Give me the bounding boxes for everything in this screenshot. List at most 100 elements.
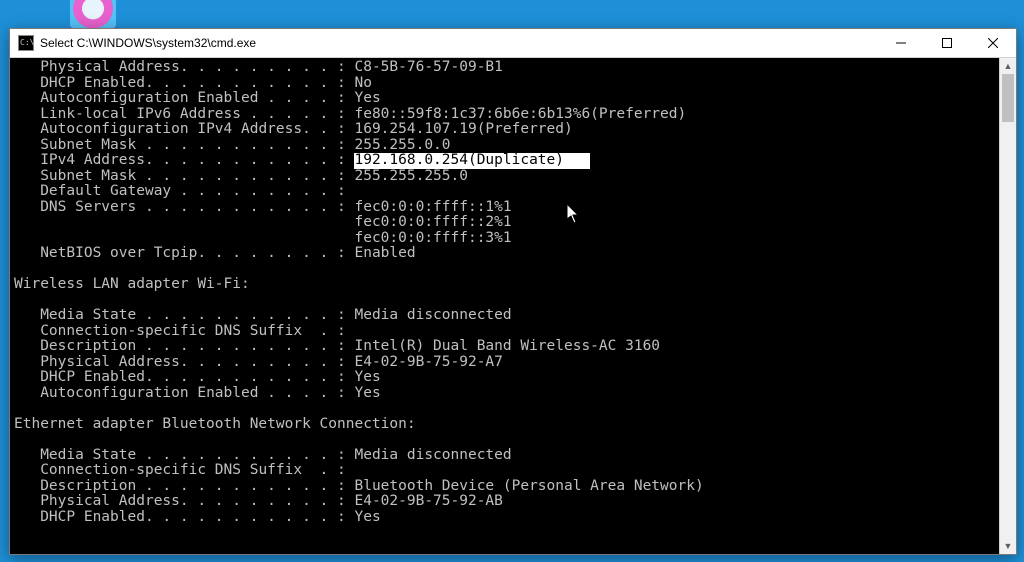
- line-value: Yes: [354, 91, 380, 107]
- line-value: Enabled: [354, 246, 415, 262]
- line-value: 255.255.255.0: [354, 169, 468, 185]
- terminal-line: Media State . . . . . . . . . . . : Medi…: [14, 308, 1000, 324]
- line-indent: [14, 479, 40, 495]
- scroll-up-button[interactable]: ▲: [1000, 58, 1016, 74]
- terminal-line: fec0:0:0:ffff::2%1: [14, 215, 1000, 231]
- terminal-client-area: Physical Address. . . . . . . . . : C8-5…: [10, 58, 1016, 554]
- terminal-line: Ethernet adapter Bluetooth Network Conne…: [14, 417, 1000, 433]
- terminal-line: DHCP Enabled. . . . . . . . . . . : Yes: [14, 370, 1000, 386]
- line-indent: [14, 339, 40, 355]
- terminal-line: Autoconfiguration IPv4 Address. . : 169.…: [14, 122, 1000, 138]
- line-value: fec0:0:0:ffff::1%1: [354, 200, 511, 216]
- terminal-line: Subnet Mask . . . . . . . . . . . : 255.…: [14, 138, 1000, 154]
- line-label: Wireless LAN adapter Wi-Fi:: [14, 277, 250, 293]
- line-indent: [14, 246, 40, 262]
- line-indent: [14, 324, 40, 340]
- line-indent: [14, 386, 40, 402]
- scroll-thumb[interactable]: [1002, 74, 1014, 122]
- line-indent: [14, 91, 40, 107]
- terminal-line: DHCP Enabled. . . . . . . . . . . : Yes: [14, 510, 1000, 526]
- line-label: Media State . . . . . . . . . . . :: [40, 448, 354, 464]
- cmd-window: C:\ Select C:\WINDOWS\system32\cmd.exe P…: [9, 28, 1017, 555]
- line-value: Yes: [354, 370, 380, 386]
- line-label: Connection-specific DNS Suffix . :: [40, 463, 346, 479]
- line-value: 169.254.107.19(Preferred): [354, 122, 572, 138]
- terminal-line: Media State . . . . . . . . . . . : Medi…: [14, 448, 1000, 464]
- terminal-line: Autoconfiguration Enabled . . . . : Yes: [14, 91, 1000, 107]
- line-indent: [14, 215, 40, 231]
- line-indent: [14, 510, 40, 526]
- terminal-line: Wireless LAN adapter Wi-Fi:: [14, 277, 1000, 293]
- line-indent: [14, 184, 40, 200]
- line-indent: [14, 463, 40, 479]
- terminal-line: NetBIOS over Tcpip. . . . . . . . : Enab…: [14, 246, 1000, 262]
- line-indent: [14, 153, 40, 169]
- line-indent: [14, 138, 40, 154]
- terminal-line: DHCP Enabled. . . . . . . . . . . : No: [14, 76, 1000, 92]
- line-label: Physical Address. . . . . . . . . :: [40, 60, 354, 76]
- minimize-button[interactable]: [878, 29, 924, 57]
- line-value: fec0:0:0:ffff::2%1: [354, 215, 511, 231]
- line-value: Media disconnected: [354, 448, 511, 464]
- line-value: fec0:0:0:ffff::3%1: [354, 231, 511, 247]
- line-indent: [14, 200, 40, 216]
- terminal-line: Physical Address. . . . . . . . . : E4-0…: [14, 355, 1000, 371]
- line-value: E4-02-9B-75-92-A7: [354, 355, 502, 371]
- line-label: Subnet Mask . . . . . . . . . . . :: [40, 138, 354, 154]
- line-label: Media State . . . . . . . . . . . :: [40, 308, 354, 324]
- line-indent: [14, 122, 40, 138]
- line-indent: [14, 448, 40, 464]
- close-button[interactable]: [970, 29, 1016, 57]
- terminal-line: Link-local IPv6 Address . . . . . : fe80…: [14, 107, 1000, 123]
- scroll-down-button[interactable]: ▼: [1000, 538, 1016, 554]
- terminal-line: Subnet Mask . . . . . . . . . . . : 255.…: [14, 169, 1000, 185]
- line-label: [40, 231, 354, 247]
- vertical-scrollbar[interactable]: ▲ ▼: [999, 58, 1016, 554]
- line-value: No: [354, 76, 371, 92]
- line-indent: [14, 370, 40, 386]
- terminal-line: Description . . . . . . . . . . . : Blue…: [14, 479, 1000, 495]
- terminal-line: [14, 432, 1000, 448]
- titlebar[interactable]: C:\ Select C:\WINDOWS\system32\cmd.exe: [10, 29, 1016, 58]
- cmd-icon: C:\: [18, 35, 34, 51]
- terminal-line: DNS Servers . . . . . . . . . . . : fec0…: [14, 200, 1000, 216]
- line-label: NetBIOS over Tcpip. . . . . . . . :: [40, 246, 354, 262]
- line-label: Autoconfiguration Enabled . . . . :: [40, 386, 354, 402]
- line-label: DNS Servers . . . . . . . . . . . :: [40, 200, 354, 216]
- line-indent: [14, 169, 40, 185]
- line-label: Default Gateway . . . . . . . . . :: [40, 184, 346, 200]
- line-indent: [14, 107, 40, 123]
- line-label: Link-local IPv6 Address . . . . . :: [40, 107, 354, 123]
- line-label: DHCP Enabled. . . . . . . . . . . :: [40, 76, 354, 92]
- line-label: Description . . . . . . . . . . . :: [40, 479, 354, 495]
- terminal-line: [14, 401, 1000, 417]
- line-value: Yes: [354, 386, 380, 402]
- terminal-line: Connection-specific DNS Suffix . :: [14, 324, 1000, 340]
- terminal-output[interactable]: Physical Address. . . . . . . . . : C8-5…: [10, 58, 1000, 554]
- line-value: 255.255.0.0: [354, 138, 450, 154]
- terminal-line: Autoconfiguration Enabled . . . . : Yes: [14, 386, 1000, 402]
- line-label: Ethernet adapter Bluetooth Network Conne…: [14, 417, 416, 433]
- svg-text:C:\: C:\: [20, 38, 34, 47]
- terminal-line: Physical Address. . . . . . . . . : C8-5…: [14, 60, 1000, 76]
- terminal-line: IPv4 Address. . . . . . . . . . . : 192.…: [14, 153, 1000, 169]
- line-label: Connection-specific DNS Suffix . :: [40, 324, 346, 340]
- line-value: E4-02-9B-75-92-AB: [354, 494, 502, 510]
- terminal-line: Physical Address. . . . . . . . . : E4-0…: [14, 494, 1000, 510]
- line-indent: [14, 231, 40, 247]
- maximize-button[interactable]: [924, 29, 970, 57]
- line-label: Description . . . . . . . . . . . :: [40, 339, 354, 355]
- line-value-selected: 192.168.0.254(Duplicate): [354, 153, 590, 169]
- line-label: Physical Address. . . . . . . . . :: [40, 494, 354, 510]
- line-indent: [14, 76, 40, 92]
- line-indent: [14, 308, 40, 324]
- terminal-line: [14, 262, 1000, 278]
- line-label: [40, 215, 354, 231]
- line-indent: [14, 60, 40, 76]
- line-indent: [14, 494, 40, 510]
- terminal-line: [14, 293, 1000, 309]
- line-value: Media disconnected: [354, 308, 511, 324]
- line-label: IPv4 Address. . . . . . . . . . . :: [40, 153, 354, 169]
- line-label: DHCP Enabled. . . . . . . . . . . :: [40, 510, 354, 526]
- line-label: Autoconfiguration IPv4 Address. . :: [40, 122, 354, 138]
